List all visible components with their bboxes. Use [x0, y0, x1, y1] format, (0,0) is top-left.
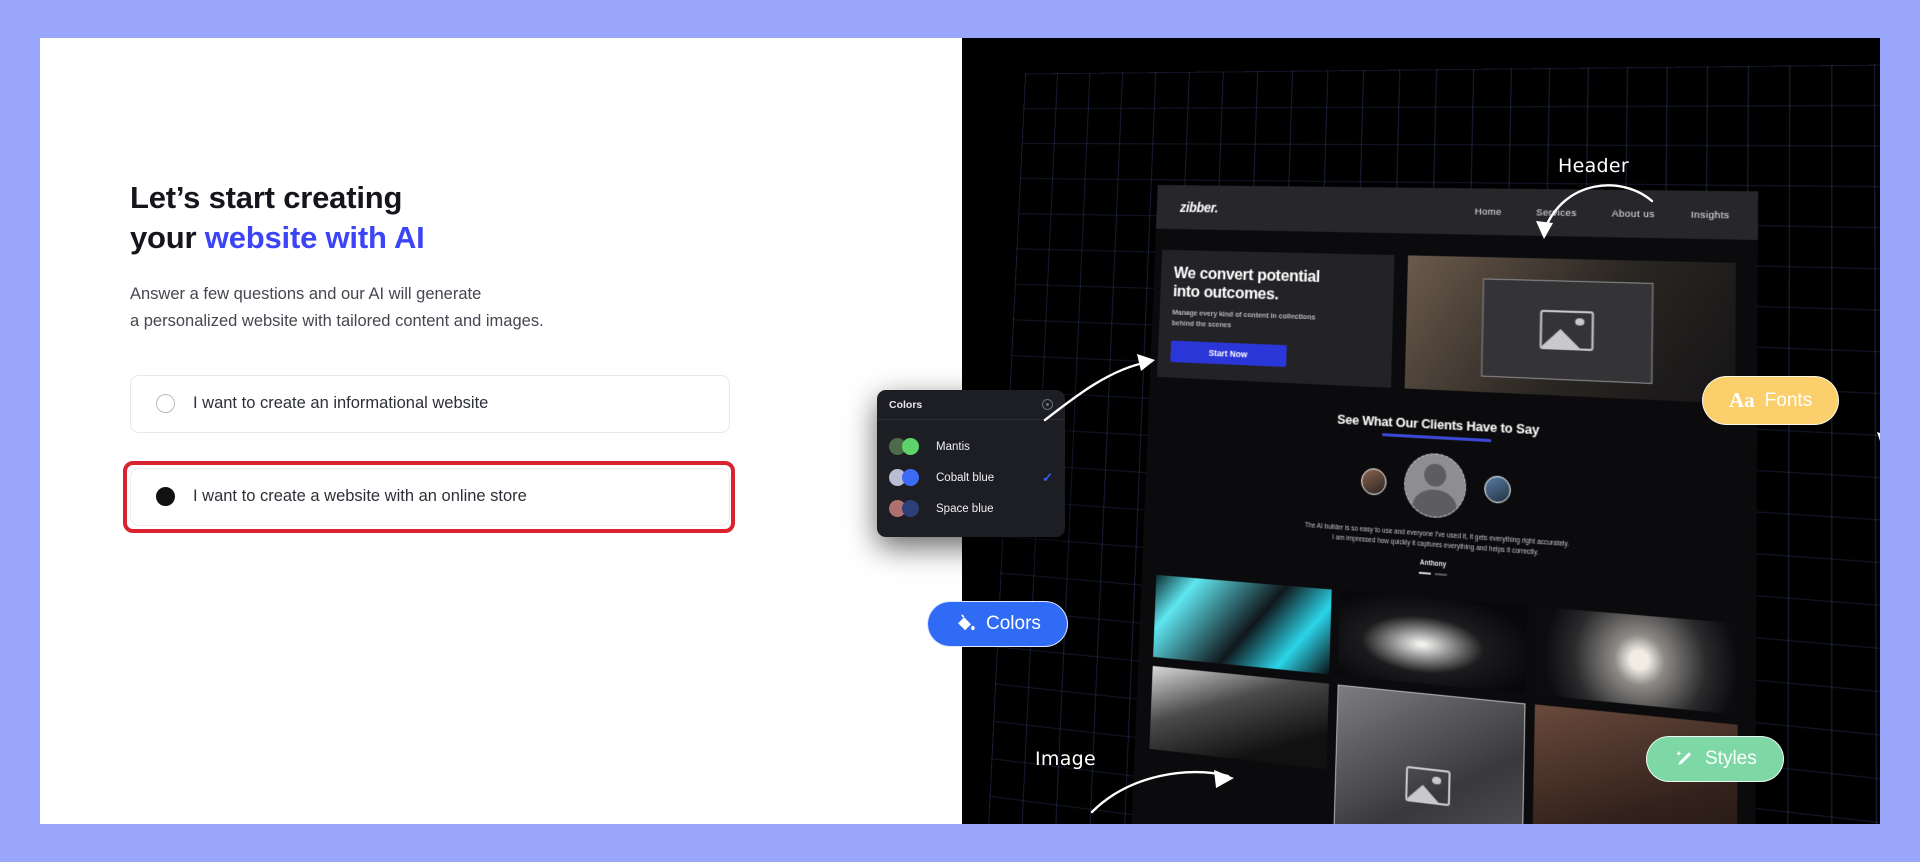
- preview-testimonials: See What Our Clients Have to Say The AI …: [1143, 402, 1757, 601]
- close-circle-icon[interactable]: [1042, 399, 1053, 410]
- gallery-tile: [1149, 665, 1329, 769]
- subtitle-line-1: Answer a few questions and our AI will g…: [130, 285, 482, 304]
- preview-gallery: [1131, 573, 1756, 824]
- preview-testimonials-title: See What Our Clients Have to Say: [1336, 411, 1540, 438]
- page-title: Let’s start creating your website with A…: [130, 178, 770, 257]
- color-swatch: [889, 500, 923, 517]
- check-icon: ✓: [1042, 469, 1053, 485]
- preview-hero-cta-button[interactable]: Start Now: [1170, 340, 1287, 367]
- option-informational-website[interactable]: I want to create an informational websit…: [130, 374, 730, 433]
- colors-panel[interactable]: Colors Mantis Cobalt blue ✓ Space blue: [877, 390, 1065, 537]
- pagination-dot[interactable]: [1434, 572, 1447, 576]
- preview-website: zibber. Home Services About us Insights …: [1129, 184, 1759, 824]
- preview-nav-insights[interactable]: Insights: [1691, 209, 1730, 221]
- website-type-options: I want to create an informational websit…: [123, 374, 770, 533]
- headline-line-2-prefix: your: [130, 219, 205, 255]
- colors-pill-label: Colors: [986, 613, 1041, 634]
- preview-logo: zibber.: [1179, 199, 1219, 216]
- left-pane: Let’s start creating your website with A…: [40, 38, 962, 824]
- preview-hero-sub-line-2: behind the scenes: [1171, 318, 1232, 330]
- site-preview-stage: zibber. Home Services About us Insights …: [980, 64, 1880, 824]
- pagination-dot[interactable]: [1418, 571, 1431, 575]
- color-option-label: Space blue: [936, 502, 994, 515]
- colors-panel-list: Mantis Cobalt blue ✓ Space blue: [877, 420, 1065, 537]
- radio-informational-website[interactable]: [156, 394, 175, 414]
- option-online-store-website[interactable]: I want to create a website with an onlin…: [130, 467, 730, 526]
- preview-nav-about-us[interactable]: About us: [1612, 208, 1655, 220]
- preview-nav: Home Services About us Insights: [1475, 206, 1730, 221]
- fonts-pill-label: Fonts: [1764, 389, 1813, 411]
- page-root: Let’s start creating your website with A…: [0, 0, 1920, 862]
- headline-line-2-accent: website with AI: [204, 219, 425, 255]
- color-option-space-blue[interactable]: Space blue: [889, 493, 1053, 524]
- font-aa-icon: Aa: [1729, 388, 1755, 412]
- paint-bucket-icon: [954, 613, 976, 635]
- left-content: Let’s start creating your website with A…: [123, 178, 770, 533]
- preview-nav-services[interactable]: Services: [1536, 207, 1577, 219]
- option-wrapper-informational: I want to create an informational websit…: [130, 374, 770, 433]
- color-swatch: [889, 438, 923, 455]
- preview-pane: zibber. Home Services About us Insights …: [962, 38, 1880, 824]
- option-online-store-label: I want to create a website with an onlin…: [193, 487, 527, 506]
- image-placeholder-icon: [1539, 309, 1594, 351]
- colors-panel-header: Colors: [877, 390, 1065, 420]
- avatar: [1360, 467, 1387, 496]
- styles-pill-button[interactable]: Styles: [1646, 736, 1784, 782]
- color-option-label: Mantis: [936, 440, 970, 453]
- option-wrapper-online-store: I want to create a website with an onlin…: [123, 460, 735, 533]
- annotation-image-label: Image: [1035, 748, 1097, 770]
- colors-panel-title: Colors: [889, 398, 923, 411]
- color-option-mantis[interactable]: Mantis: [889, 431, 1053, 462]
- image-placeholder-icon: [1405, 765, 1451, 806]
- testimonials-underline: [1381, 432, 1492, 443]
- color-swatch: [889, 469, 923, 486]
- preview-hero-title-line-2: into outcomes.: [1172, 281, 1279, 304]
- radio-online-store-website[interactable]: [156, 487, 175, 507]
- preview-hero-image: [1404, 255, 1736, 404]
- gallery-center-placeholder: [1332, 684, 1526, 824]
- preview-nav-home[interactable]: Home: [1475, 206, 1502, 217]
- preview-hero-title: We convert potential into outcomes.: [1173, 263, 1381, 306]
- avatar: [1403, 451, 1467, 520]
- annotation-header-label: Header: [1558, 155, 1629, 177]
- color-option-cobalt-blue[interactable]: Cobalt blue ✓: [889, 462, 1053, 493]
- option-informational-label: I want to create an informational websit…: [193, 394, 489, 413]
- preview-hero: We convert potential into outcomes. Mana…: [1150, 229, 1758, 405]
- hero-image-placeholder: [1481, 277, 1654, 384]
- preview-hero-subtext: Manage every kind of content in collecti…: [1172, 308, 1380, 337]
- headline-line-1: Let’s start creating: [130, 180, 403, 215]
- colors-pill-button[interactable]: Colors: [927, 601, 1068, 647]
- color-option-label: Cobalt blue: [936, 471, 995, 484]
- magic-pencil-icon: [1673, 748, 1695, 770]
- styles-pill-label: Styles: [1705, 748, 1757, 769]
- fonts-pill-button[interactable]: Aa Fonts: [1702, 376, 1840, 425]
- subtitle-text: Answer a few questions and our AI will g…: [130, 281, 770, 334]
- gallery-tile: [1535, 606, 1739, 715]
- gallery-tile: [1337, 589, 1528, 694]
- preview-hero-copy: We convert potential into outcomes. Mana…: [1157, 249, 1395, 388]
- gallery-tile: [1153, 574, 1332, 674]
- subtitle-line-2: a personalized website with tailored con…: [130, 312, 544, 331]
- avatar: [1484, 474, 1512, 504]
